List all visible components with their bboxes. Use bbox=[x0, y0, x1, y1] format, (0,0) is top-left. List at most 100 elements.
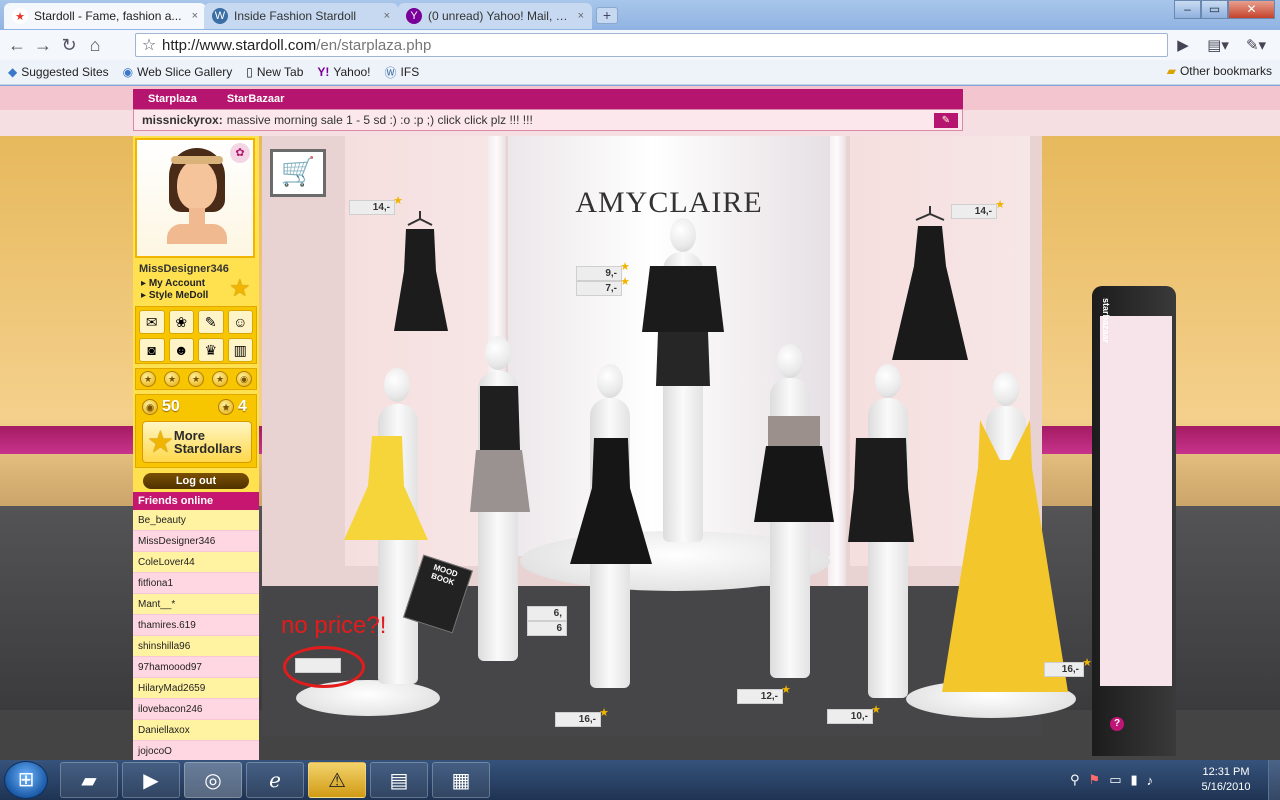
friend-item[interactable]: thamires.619 bbox=[133, 615, 259, 636]
help-icon[interactable]: ? bbox=[1110, 717, 1124, 731]
star-icon[interactable]: ★ bbox=[229, 274, 251, 303]
media-player-taskbar-button[interactable]: ▶ bbox=[122, 762, 180, 798]
friend-item[interactable]: ColeLover44 bbox=[133, 552, 259, 573]
friend-item[interactable]: ilovebacon246 bbox=[133, 699, 259, 720]
stardollar-coin-icon[interactable]: ★ bbox=[212, 371, 228, 387]
camera-icon[interactable]: ◙ bbox=[139, 338, 165, 362]
warning-taskbar-button[interactable]: ⚠ bbox=[308, 762, 366, 798]
close-icon[interactable]: × bbox=[384, 10, 390, 22]
bookmark-web-slice-gallery[interactable]: ◉ Web Slice Gallery bbox=[123, 65, 233, 79]
new-tab-button[interactable]: + bbox=[596, 7, 618, 24]
bookmark-new-tab[interactable]: ▯ New Tab bbox=[246, 65, 303, 79]
page-menu-icon[interactable]: ▤▾ bbox=[1200, 33, 1236, 57]
explorer-taskbar-button[interactable]: ▰ bbox=[60, 762, 118, 798]
device-icon[interactable]: ⚲ bbox=[1070, 772, 1080, 788]
play-arrow-icon[interactable]: ▶ bbox=[1172, 33, 1194, 57]
forward-arrow-icon[interactable]: → bbox=[30, 33, 56, 57]
flag-alert-icon[interactable]: ⚑ bbox=[1089, 772, 1101, 788]
friend-item[interactable]: Daniellaxox bbox=[133, 720, 259, 741]
tab-starplaza[interactable]: Starplaza bbox=[133, 93, 212, 105]
club-icon[interactable]: ☻ bbox=[168, 338, 194, 362]
black-blouse-skirt[interactable] bbox=[640, 266, 726, 392]
price-tag[interactable]: 16,- ★ bbox=[555, 707, 609, 727]
friend-item[interactable]: Mant__* bbox=[133, 594, 259, 615]
home-icon[interactable]: ⌂ bbox=[82, 33, 108, 57]
grey-black-tube-dress[interactable] bbox=[752, 416, 836, 526]
friend-item[interactable]: fitfiona1 bbox=[133, 573, 259, 594]
ie-taskbar-button[interactable]: ℯ bbox=[246, 762, 304, 798]
fashion-badge-icon[interactable]: ✿ bbox=[230, 143, 250, 163]
hanging-dress-black-left[interactable] bbox=[388, 211, 452, 339]
show-desktop-button[interactable] bbox=[1268, 760, 1280, 800]
diary-icon[interactable]: ✎ bbox=[198, 310, 224, 334]
notepad-taskbar-button[interactable]: ▤ bbox=[370, 762, 428, 798]
stardollar-coin-icon[interactable]: ★ bbox=[140, 371, 156, 387]
username[interactable]: MissDesigner346 bbox=[139, 263, 229, 275]
bookmark-yahoo[interactable]: Y! Yahoo! bbox=[317, 65, 370, 79]
friend-item[interactable]: jojocoO bbox=[133, 741, 259, 760]
close-icon[interactable]: × bbox=[192, 10, 198, 22]
friend-item[interactable]: 97hamoood97 bbox=[133, 657, 259, 678]
close-icon[interactable]: × bbox=[578, 10, 584, 22]
crown-icon[interactable]: ♛ bbox=[198, 338, 224, 362]
guestbook-icon[interactable]: ❀ bbox=[168, 310, 194, 334]
yellow-maxi-gown[interactable] bbox=[940, 420, 1070, 694]
stardollar-coin-icon[interactable]: ★ bbox=[164, 371, 180, 387]
price-tag[interactable]: 10,- ★ bbox=[827, 704, 881, 724]
mail-icon[interactable]: ✉ bbox=[139, 310, 165, 334]
tab-yahoo-mail[interactable]: Y (0 unread) Yahoo! Mail, h... × bbox=[398, 3, 592, 29]
taskbar-clock[interactable]: 12:31 PM 5/16/2010 bbox=[1190, 765, 1262, 795]
chrome-taskbar-button[interactable]: ◎ bbox=[184, 762, 242, 798]
tab-stardoll[interactable]: ★ Stardoll - Fame, fashion a... × bbox=[4, 3, 206, 29]
tab-inside-fashion[interactable]: W Inside Fashion Stardoll × bbox=[204, 3, 398, 29]
close-window-button[interactable]: ✕ bbox=[1228, 0, 1275, 19]
message-ticker[interactable]: missnickyrox: massive morning sale 1 - 5… bbox=[133, 109, 963, 131]
stardollar-coin-icon[interactable]: ★ bbox=[188, 371, 204, 387]
power-icon[interactable]: ▭ bbox=[1109, 772, 1121, 788]
ticker-user[interactable]: missnickyrox: bbox=[142, 113, 223, 127]
price-tag[interactable]: 12,- ★ bbox=[737, 684, 791, 704]
price-tag[interactable]: 14,- ★ bbox=[951, 199, 1005, 219]
shopping-cart-button[interactable]: 🛒 bbox=[270, 149, 326, 197]
other-bookmarks[interactable]: ▰ Other bookmarks bbox=[1167, 64, 1272, 78]
bag-icon[interactable]: ▥ bbox=[227, 338, 253, 362]
write-message-button[interactable]: ✎ bbox=[934, 113, 958, 128]
start-button[interactable]: ⊞ bbox=[4, 761, 48, 799]
bookmark-suggested-sites[interactable]: ◆ Suggested Sites bbox=[8, 65, 109, 79]
maximize-button[interactable]: ▭ bbox=[1201, 0, 1228, 19]
logout-button[interactable]: Log out bbox=[143, 473, 249, 489]
friend-item[interactable]: shinshilla96 bbox=[133, 636, 259, 657]
system-tray: ⚲ ⚑ ▭ ▮ ♪ bbox=[1070, 766, 1153, 794]
hanging-dress-black-right[interactable] bbox=[890, 206, 970, 366]
yellow-strapless-dress[interactable] bbox=[340, 436, 430, 546]
style-medoll-link[interactable]: Style MeDoll bbox=[141, 290, 208, 301]
profile-card[interactable]: ✿ bbox=[135, 138, 255, 258]
price-tag[interactable]: 14,- ★ bbox=[349, 195, 403, 215]
network-signal-icon[interactable]: ▮ bbox=[1130, 772, 1137, 788]
reload-icon[interactable]: ↻ bbox=[56, 33, 82, 57]
bookmark-star-icon[interactable]: ☆ bbox=[136, 35, 162, 55]
starcoin-icon[interactable]: ◉ bbox=[236, 371, 252, 387]
album-icon[interactable]: ☺ bbox=[227, 310, 253, 334]
minimize-button[interactable]: – bbox=[1174, 0, 1201, 19]
my-account-link[interactable]: My Account bbox=[141, 278, 205, 289]
address-bar[interactable]: ☆ http://www.stardoll.com/en/starplaza.p… bbox=[135, 33, 1168, 57]
friend-item[interactable]: MissDesigner346 bbox=[133, 531, 259, 552]
more-stardollars-button[interactable]: ★ More Stardollars bbox=[142, 421, 252, 463]
price-tag[interactable]: 7,- ★ bbox=[576, 276, 630, 296]
back-arrow-icon[interactable]: ← bbox=[4, 33, 30, 57]
black-bubble-dress[interactable] bbox=[568, 438, 654, 568]
price-tag[interactable]: 9,- ★ bbox=[576, 261, 630, 281]
tab-starbazaar[interactable]: StarBazaar bbox=[212, 93, 299, 105]
volume-icon[interactable]: ♪ bbox=[1147, 773, 1154, 788]
price-tag[interactable]: 16,- ★ bbox=[1044, 657, 1092, 677]
wrench-icon[interactable]: ✎▾ bbox=[1238, 33, 1274, 57]
calculator-taskbar-button[interactable]: ▦ bbox=[432, 762, 490, 798]
price-tag[interactable]: 6 bbox=[527, 621, 567, 636]
black-lace-dress[interactable] bbox=[846, 438, 916, 546]
bookmark-ifs[interactable]: Ⓦ IFS bbox=[385, 64, 420, 81]
price-tag[interactable]: 6, bbox=[527, 606, 567, 621]
friend-item[interactable]: Be_beauty bbox=[133, 510, 259, 531]
friend-item[interactable]: HilaryMad2659 bbox=[133, 678, 259, 699]
black-grey-tank-dress[interactable] bbox=[466, 386, 532, 516]
